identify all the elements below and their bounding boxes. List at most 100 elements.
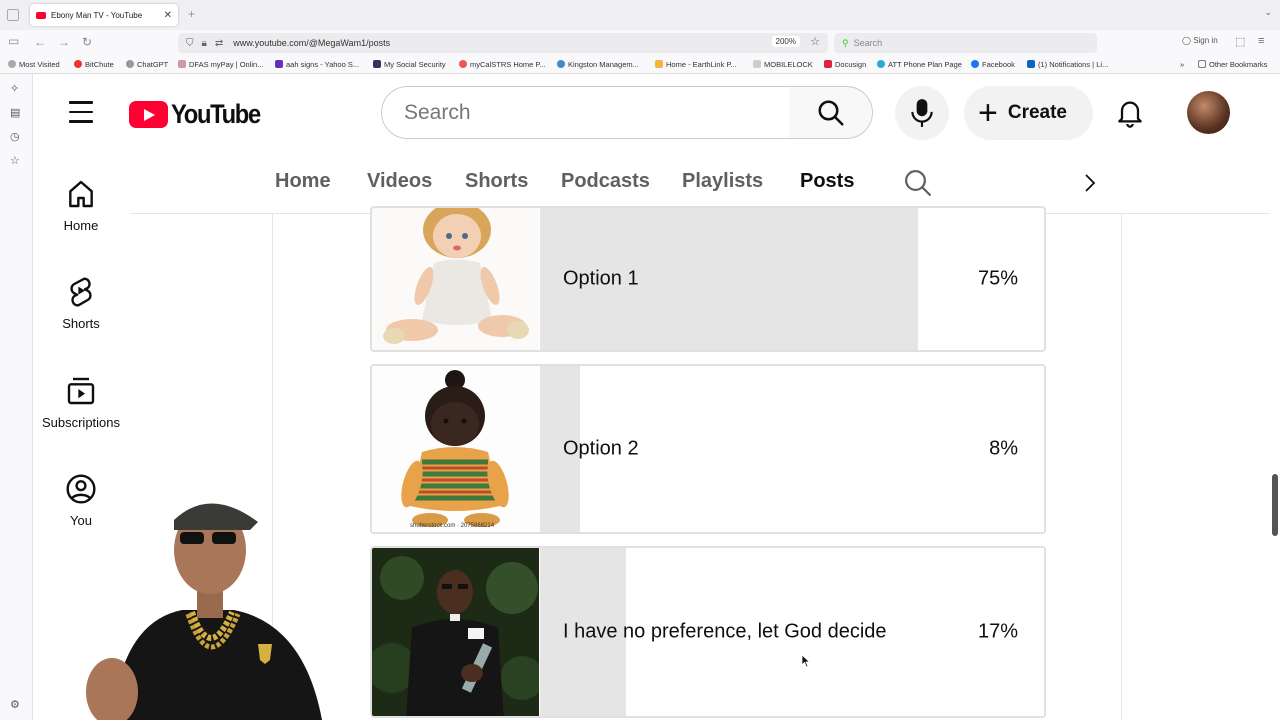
- bookmarks-icon[interactable]: ☆: [10, 154, 20, 167]
- bookmark-label: Most Visited: [19, 60, 60, 69]
- more-bookmarks-icon[interactable]: »: [1180, 60, 1184, 69]
- sidebar-toggle-icon[interactable]: [7, 9, 19, 21]
- bookmark-label: MOBILELOCK: [764, 60, 813, 69]
- bookmark-label: Docusign: [835, 60, 867, 69]
- guide-label: Home: [63, 218, 99, 233]
- list-tabs-icon[interactable]: ⌄: [1264, 7, 1272, 18]
- bookmark-earthlink[interactable]: Home - EarthLink P...: [655, 60, 737, 69]
- stock-watermark: shutterstock.com · 2075868214: [410, 523, 495, 529]
- tab-title: Ebony Man TV - YouTube: [51, 10, 143, 20]
- account-avatar[interactable]: [1187, 91, 1230, 134]
- guide-item-shorts[interactable]: Shorts: [33, 276, 129, 331]
- permissions-icon: ⇄: [214, 37, 224, 49]
- poll-option-1[interactable]: Option 1 75%: [370, 206, 1046, 352]
- bookmark-label: Other Bookmarks: [1209, 60, 1268, 69]
- youtube-favicon-icon: [36, 11, 46, 19]
- bookmark-kingston[interactable]: Kingston Managem...: [557, 60, 639, 69]
- ai-chat-icon[interactable]: ✧: [10, 82, 19, 95]
- guide-menu-icon[interactable]: [69, 101, 93, 130]
- new-tab-icon[interactable]: +: [188, 7, 195, 21]
- bookmark-label: Facebook: [982, 60, 1015, 69]
- bookmark-bitchute[interactable]: BitChute: [74, 60, 114, 69]
- shield-icon: ⛉: [186, 37, 194, 49]
- create-label: Create: [1007, 102, 1068, 123]
- page-scrollbar[interactable]: [1272, 474, 1278, 536]
- bookmark-calstrs[interactable]: myCalSTRS Home P...: [459, 60, 546, 69]
- search-input[interactable]: Search: [381, 86, 790, 139]
- synced-tabs-icon[interactable]: ▤: [10, 106, 20, 119]
- search-icon: [818, 100, 844, 126]
- bookmark-yahoo[interactable]: aah signs - Yahoo S...: [275, 60, 359, 69]
- bookmark-social-security[interactable]: My Social Security: [373, 60, 446, 69]
- bookmark-dfas[interactable]: DFAS myPay | Onlin...: [178, 60, 263, 69]
- notifications-bell-icon[interactable]: [1114, 96, 1146, 128]
- poll-option-label: I have no preference, let God decide: [563, 620, 887, 643]
- settings-gear-icon[interactable]: ⚙: [10, 698, 20, 711]
- sign-in-button[interactable]: ◯ Sign in: [1182, 36, 1218, 45]
- extensions-icon[interactable]: ⬚: [1235, 35, 1245, 48]
- bookmark-label: DFAS myPay | Onlin...: [189, 60, 264, 69]
- zoom-level[interactable]: 200%: [771, 36, 800, 47]
- menu-icon[interactable]: ≡: [1258, 35, 1264, 47]
- mouse-cursor-icon: [801, 654, 811, 668]
- bookmark-label: My Social Security: [384, 60, 446, 69]
- home-icon: [69, 180, 93, 208]
- bookmark-docusign[interactable]: Docusign: [824, 60, 866, 69]
- poll-option-2[interactable]: shutterstock.com · 2075868214 Option 2 8…: [370, 364, 1046, 534]
- channel-search-icon[interactable]: [903, 168, 933, 198]
- bookmark-label: ChatGPT: [137, 60, 169, 69]
- forward-icon[interactable]: →: [58, 35, 70, 49]
- tab-videos[interactable]: Videos: [367, 170, 432, 193]
- close-tab-icon[interactable]: ✕: [164, 10, 172, 21]
- presenter-webcam-overlay: [82, 492, 334, 725]
- tab-home[interactable]: Home: [275, 170, 331, 193]
- history-icon[interactable]: ◷: [10, 130, 20, 143]
- lock-icon: 🔒︎: [201, 37, 207, 49]
- web-search-box[interactable]: ⚲ Search: [834, 33, 1097, 53]
- url-text: www.youtube.com/@MegaWam1/posts: [233, 38, 391, 48]
- reload-icon[interactable]: ↻: [82, 35, 92, 49]
- plus-icon: +: [978, 94, 998, 132]
- youtube-logo[interactable]: YouTube: [129, 99, 272, 130]
- address-bar[interactable]: ⛉ 🔒︎ ⇄ www.youtube.com/@MegaWam1/posts 2…: [178, 33, 828, 53]
- bookmark-label: ATT Phone Plan Page: [888, 60, 962, 69]
- browser-tab[interactable]: Ebony Man TV - YouTube ✕: [30, 4, 178, 26]
- bookmark-att[interactable]: ATT Phone Plan Page: [877, 60, 962, 69]
- poll-option-percent: 75%: [977, 267, 1018, 290]
- poll-option-percent: 8%: [989, 437, 1018, 460]
- tab-shorts[interactable]: Shorts: [465, 170, 528, 193]
- youtube-play-icon: [129, 101, 168, 128]
- bookmark-facebook[interactable]: Facebook: [971, 60, 1015, 69]
- web-search-placeholder: Search: [853, 38, 883, 48]
- search-button[interactable]: [789, 86, 873, 139]
- back-icon[interactable]: ←: [34, 35, 46, 49]
- poll-option-label: Option 1: [563, 267, 639, 290]
- poll-option-3[interactable]: I have no preference, let God decide 17%: [370, 546, 1046, 718]
- guide-item-subscriptions[interactable]: Subscriptions: [33, 375, 129, 430]
- guide-item-home[interactable]: Home: [33, 178, 129, 233]
- bookmark-most-visited[interactable]: Most Visited: [8, 60, 60, 69]
- sidebar-icon[interactable]: ▭: [8, 34, 19, 48]
- bookmark-mobilelock[interactable]: MOBILELOCK: [753, 60, 813, 69]
- guide-label: Subscriptions: [41, 415, 121, 430]
- voice-search-button[interactable]: [895, 86, 949, 140]
- bookmark-label: myCalSTRS Home P...: [470, 60, 546, 69]
- bookmark-star-icon[interactable]: ☆: [810, 35, 820, 48]
- tab-playlists[interactable]: Playlists: [682, 170, 763, 193]
- search-placeholder: Search: [404, 100, 471, 124]
- post-right-border: [1121, 214, 1122, 720]
- bookmark-label: (1) Notifications | Li...: [1038, 60, 1109, 69]
- bookmark-label: Kingston Managem...: [568, 60, 639, 69]
- shorts-icon: [70, 277, 92, 307]
- other-bookmarks[interactable]: Other Bookmarks: [1198, 60, 1267, 69]
- bookmark-chatgpt[interactable]: ChatGPT: [126, 60, 168, 69]
- logo-wordmark: YouTube: [171, 99, 261, 129]
- tab-podcasts[interactable]: Podcasts: [561, 170, 650, 193]
- poll-option-label: Option 2: [563, 437, 639, 460]
- chevron-right-icon[interactable]: [1083, 173, 1097, 193]
- sign-in-label: Sign in: [1193, 36, 1218, 45]
- white-doll-image: [372, 208, 539, 350]
- bookmark-linkedin[interactable]: (1) Notifications | Li...: [1027, 60, 1108, 69]
- create-button[interactable]: + Create: [964, 86, 1093, 140]
- tab-posts[interactable]: Posts: [800, 170, 854, 193]
